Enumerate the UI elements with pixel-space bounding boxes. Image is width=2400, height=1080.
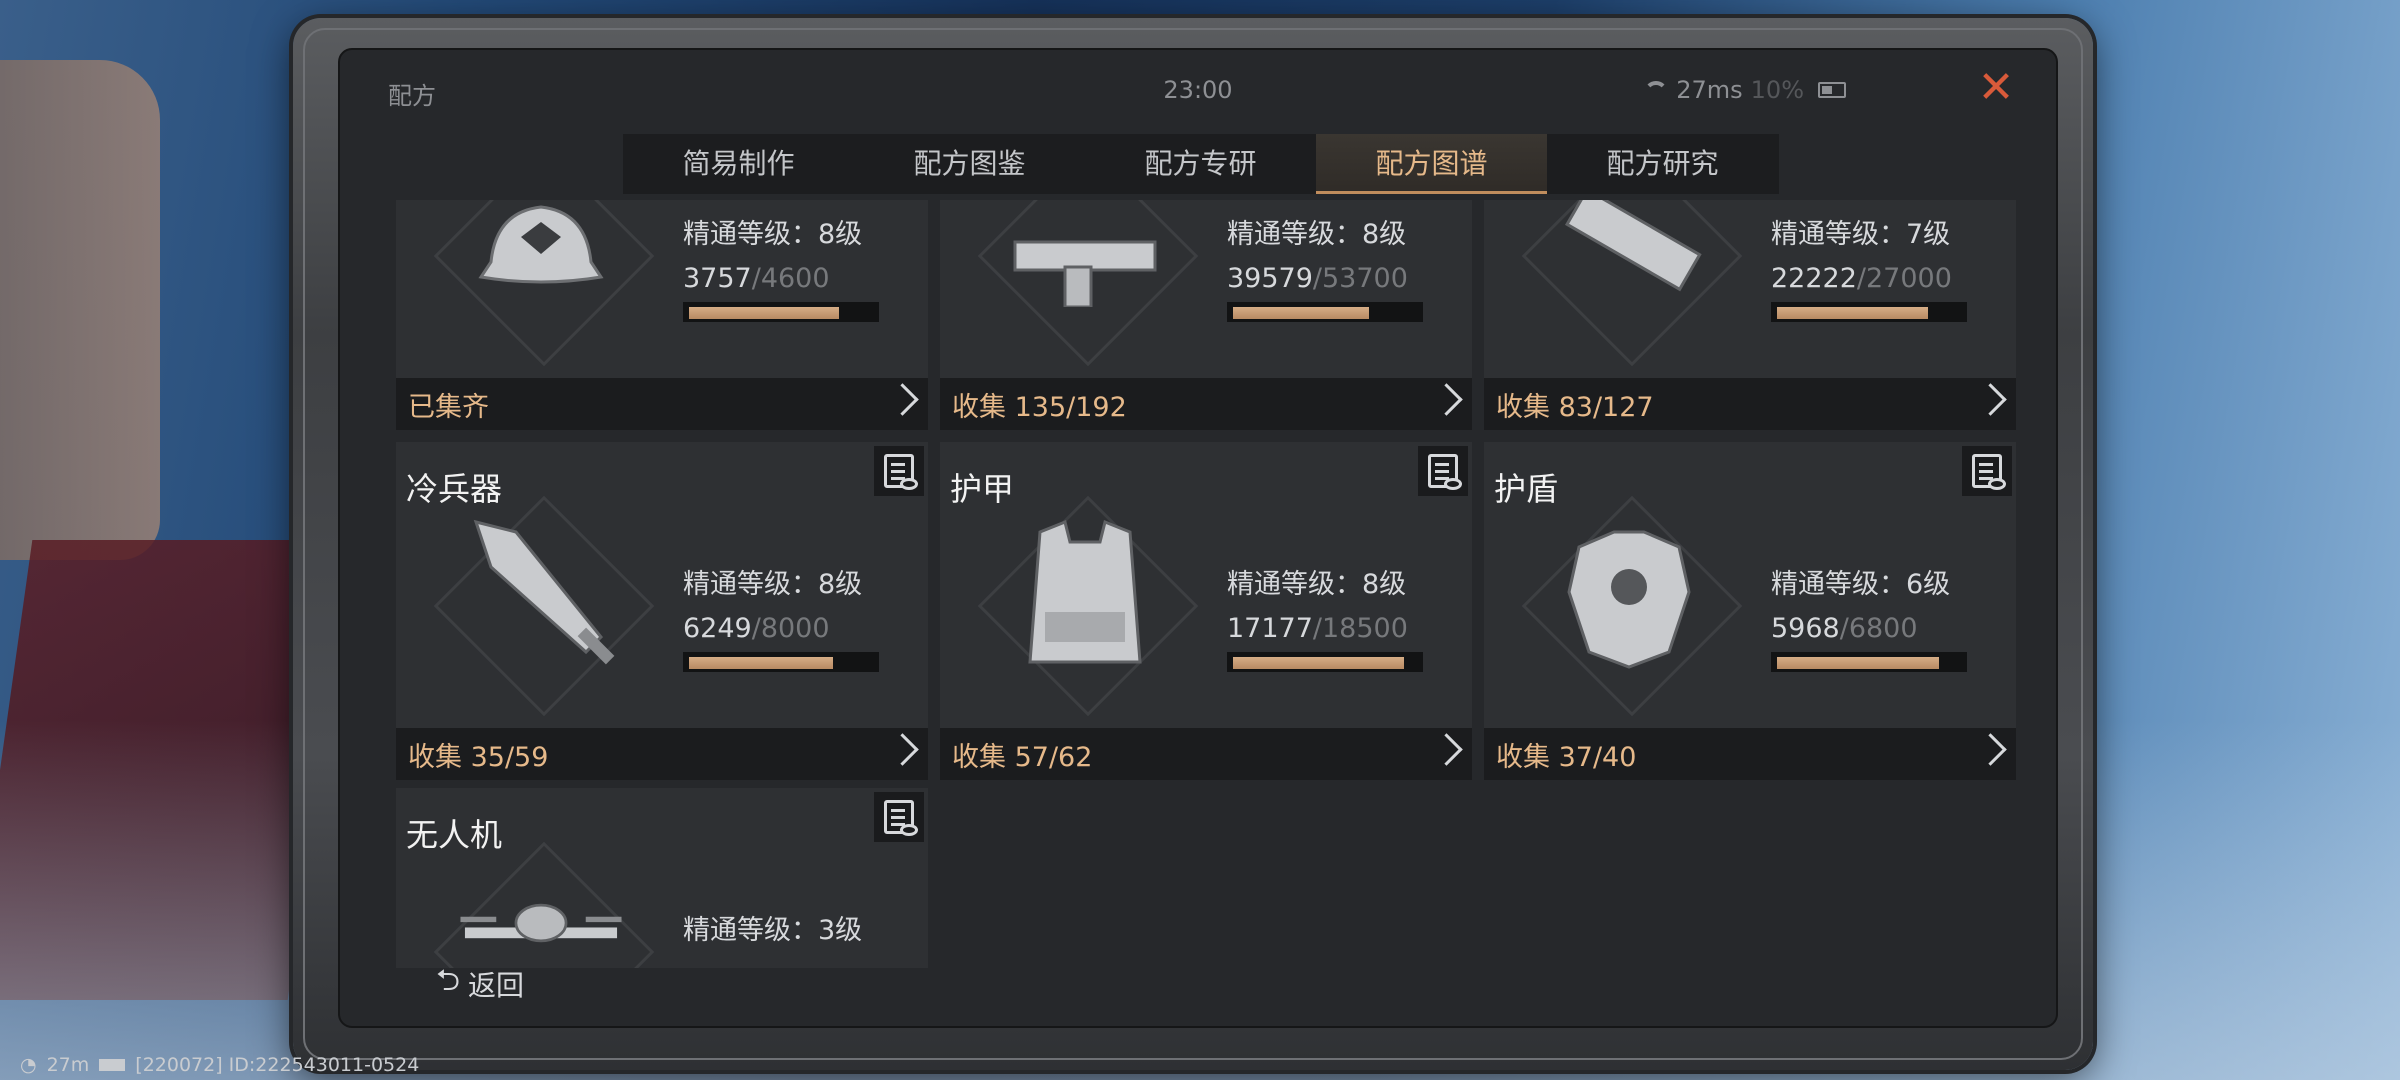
shield-armor-icon (1544, 512, 1714, 682)
chevron-right-icon (886, 383, 919, 416)
eye-icon (900, 824, 918, 836)
chevron-right-icon (1430, 733, 1463, 766)
view-recipe-button[interactable] (874, 446, 924, 496)
category-name: 护盾 (1494, 470, 1559, 508)
blade-icon (456, 512, 626, 682)
cap-icon (456, 200, 626, 332)
collect-text: 已集齐 (408, 391, 489, 423)
progress-fill (689, 657, 833, 669)
vest-icon (1000, 512, 1170, 682)
progress-bar (683, 652, 879, 672)
tab-recipe-catalog[interactable]: 配方图鉴 (854, 134, 1085, 194)
collect-row[interactable]: 收集 35/59 (396, 728, 928, 780)
tab-simple-craft[interactable]: 简易制作 (623, 134, 854, 194)
view-recipe-button[interactable] (1418, 446, 1468, 496)
eye-icon (1444, 478, 1462, 490)
progress-fill (1777, 307, 1929, 319)
progress-bar (1771, 302, 1967, 322)
close-icon[interactable]: ✕ (1974, 66, 2018, 110)
recipe-card[interactable]: 无人机 精通等级：3级 (396, 788, 928, 968)
view-recipe-button[interactable] (874, 792, 924, 842)
footer-ping: 27m (46, 1054, 90, 1076)
collect-row[interactable]: 收集 37/40 (1484, 728, 2016, 780)
chevron-right-icon (1430, 383, 1463, 416)
mastery-progress: 39579/53700 (1227, 263, 1408, 294)
eye-icon (900, 478, 918, 490)
mastery-level: 精通等级：8级 (1227, 219, 1407, 250)
progress-bar (1227, 302, 1423, 322)
category-name: 冷兵器 (406, 470, 503, 508)
chevron-right-icon (1974, 383, 2007, 416)
progress-fill (689, 307, 840, 319)
mastery-level: 精通等级：6级 (1771, 569, 1951, 600)
mastery-level: 精通等级：8级 (683, 569, 863, 600)
progress-bar (1227, 652, 1423, 672)
mastery-level: 精通等级：8级 (683, 219, 863, 250)
progress-fill (1233, 657, 1404, 669)
chevron-right-icon (1974, 733, 2007, 766)
battery-text: 10% (1750, 76, 1804, 104)
mastery-level: 精通等级：3级 (683, 915, 863, 946)
tab-recipe-research[interactable]: 配方研究 (1547, 134, 1778, 194)
return-arrow-icon: ⮌ (436, 963, 461, 998)
progress-bar (683, 302, 879, 322)
view-recipe-button[interactable] (1962, 446, 2012, 496)
back-button[interactable]: ⮌ 返回 (436, 958, 524, 1009)
back-label: 返回 (468, 968, 525, 1002)
collect-text: 收集 135/192 (952, 391, 1127, 423)
recipe-card[interactable]: 护甲 精通等级：8级 17177/18500 收集 57/62 (940, 442, 1472, 780)
collect-row[interactable]: 收集 83/127 (1484, 378, 2016, 430)
status-bar: 配方 23:00 27ms 10% ✕ (340, 50, 2056, 132)
collect-text: 收集 83/127 (1496, 391, 1654, 423)
collect-text: 收集 37/40 (1496, 741, 1637, 773)
progress-bar (1771, 652, 1967, 672)
debug-footer: ◔ 27m [220072] ID:222543011-0524 (20, 1054, 419, 1076)
recipe-card[interactable]: 护盾 精通等级：6级 5968/6800 收集 37/40 (1484, 442, 2016, 780)
progress-fill (1233, 307, 1369, 319)
collect-row[interactable]: 收集 57/62 (940, 728, 1472, 780)
recipe-panel: 配方 23:00 27ms 10% ✕ 简易制作 配方图鉴 配方专研 配方图谱 … (338, 48, 2058, 1028)
mastery-progress: 17177/18500 (1227, 613, 1408, 644)
collect-text: 收集 35/59 (408, 741, 549, 773)
mastery-level: 精通等级：8级 (1227, 569, 1407, 600)
tab-recipe-study[interactable]: 配方专研 (1085, 134, 1316, 194)
battery-icon (1818, 82, 1846, 98)
mastery-progress: 5968/6800 (1771, 613, 1918, 644)
progress-fill (1777, 657, 1939, 669)
tab-bar: 简易制作 配方图鉴 配方专研 配方图谱 配方研究 (623, 134, 1779, 194)
collect-row[interactable]: 已集齐 (396, 378, 928, 430)
collect-row[interactable]: 收集 135/192 (940, 378, 1472, 430)
category-name: 护甲 (950, 470, 1015, 508)
wifi-icon: ◔ (20, 1054, 37, 1076)
drone-icon (456, 838, 626, 968)
ping-text: 27ms (1676, 76, 1743, 104)
tab-recipe-atlas[interactable]: 配方图谱 (1316, 134, 1547, 194)
device-icon (99, 1059, 126, 1071)
footer-id-text: [220072] ID:222543011-0524 (135, 1054, 420, 1076)
recipe-card[interactable]: 冷兵器 精通等级：8级 6249/8000 收集 35/59 (396, 442, 928, 780)
mastery-level: 精通等级：7级 (1771, 219, 1951, 250)
eye-icon (1988, 478, 2006, 490)
mastery-progress: 3757/4600 (683, 263, 830, 294)
chevron-right-icon (886, 733, 919, 766)
network-status: 27ms 10% (1644, 76, 1846, 104)
background-figure (0, 60, 160, 560)
collect-text: 收集 57/62 (952, 741, 1093, 773)
mastery-progress: 22222/27000 (1771, 263, 1952, 294)
wifi-icon (1644, 81, 1669, 99)
mastery-progress: 6249/8000 (683, 613, 830, 644)
